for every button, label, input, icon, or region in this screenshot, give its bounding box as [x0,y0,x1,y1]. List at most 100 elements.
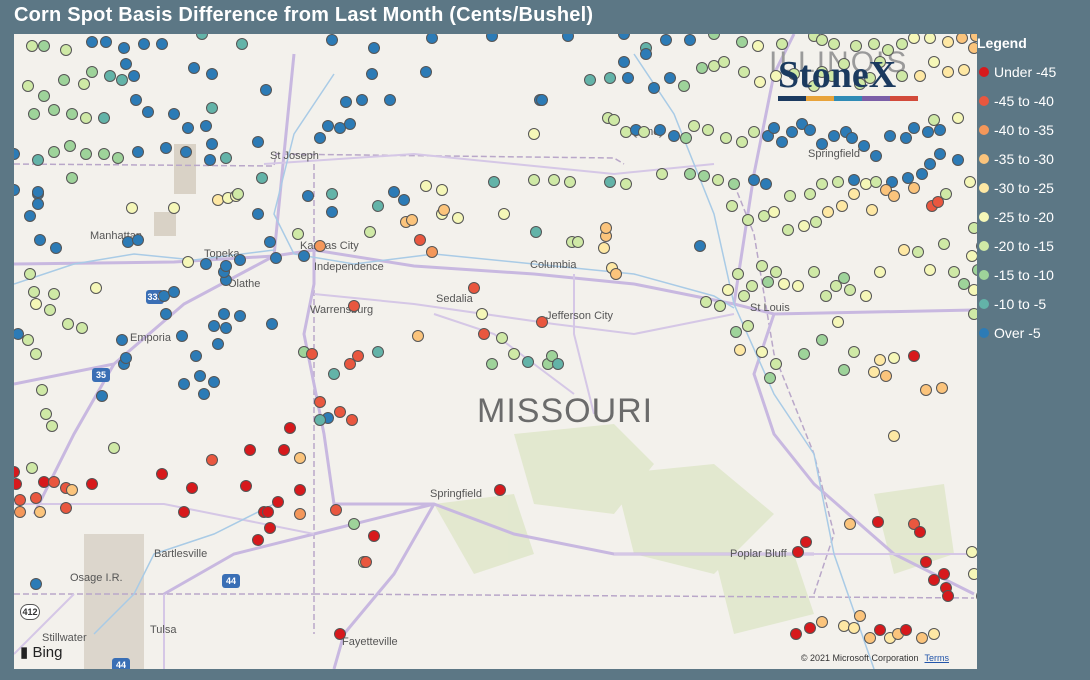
basis-point-marker[interactable] [398,194,410,206]
basis-point-marker[interactable] [58,74,70,86]
basis-point-marker[interactable] [850,40,862,52]
bing-attribution[interactable]: ▮ Bing [20,643,62,661]
basis-point-marker[interactable] [618,56,630,68]
basis-point-marker[interactable] [528,128,540,140]
basis-point-marker[interactable] [908,182,920,194]
legend-item[interactable]: -10 to -5 [977,289,1090,318]
basis-point-marker[interactable] [50,242,62,254]
basis-point-marker[interactable] [790,628,802,640]
basis-point-marker[interactable] [476,308,488,320]
basis-point-marker[interactable] [786,126,798,138]
basis-point-marker[interactable] [206,138,218,150]
basis-point-marker[interactable] [874,354,886,366]
basis-point-marker[interactable] [810,216,822,228]
basis-point-marker[interactable] [934,124,946,136]
basis-point-marker[interactable] [860,290,872,302]
basis-point-marker[interactable] [236,38,248,50]
basis-point-marker[interactable] [738,66,750,78]
basis-point-marker[interactable] [832,316,844,328]
basis-point-marker[interactable] [928,56,940,68]
basis-point-marker[interactable] [816,616,828,628]
basis-point-marker[interactable] [680,132,692,144]
basis-point-marker[interactable] [776,38,788,50]
basis-point-marker[interactable] [168,286,180,298]
basis-point-marker[interactable] [314,396,326,408]
basis-point-marker[interactable] [746,280,758,292]
basis-point-marker[interactable] [920,556,932,568]
basis-point-marker[interactable] [86,478,98,490]
basis-point-marker[interactable] [294,452,306,464]
basis-point-marker[interactable] [870,150,882,162]
basis-point-marker[interactable] [168,108,180,120]
basis-point-marker[interactable] [844,284,856,296]
basis-point-marker[interactable] [872,516,884,528]
basis-point-marker[interactable] [494,484,506,496]
basis-point-marker[interactable] [508,348,520,360]
basis-point-marker[interactable] [900,132,912,144]
basis-point-marker[interactable] [420,180,432,192]
basis-point-marker[interactable] [314,132,326,144]
basis-point-marker[interactable] [302,190,314,202]
basis-point-marker[interactable] [668,130,680,142]
basis-point-marker[interactable] [262,506,274,518]
basis-point-marker[interactable] [678,80,690,92]
basis-point-marker[interactable] [186,482,198,494]
basis-point-marker[interactable] [468,282,480,294]
basis-point-marker[interactable] [640,48,652,60]
basis-point-marker[interactable] [178,378,190,390]
basis-point-marker[interactable] [372,200,384,212]
basis-point-marker[interactable] [622,72,634,84]
basis-point-marker[interactable] [548,174,560,186]
terms-link[interactable]: Terms [925,653,950,663]
basis-point-marker[interactable] [156,38,168,50]
basis-point-marker[interactable] [770,266,782,278]
basis-point-marker[interactable] [734,344,746,356]
basis-point-marker[interactable] [620,178,632,190]
basis-point-marker[interactable] [48,288,60,300]
legend-item[interactable]: Under -45 [977,57,1090,86]
basis-point-marker[interactable] [898,244,910,256]
basis-point-marker[interactable] [934,148,946,160]
basis-point-marker[interactable] [252,534,264,546]
basis-point-marker[interactable] [608,114,620,126]
basis-point-marker[interactable] [564,176,576,188]
basis-point-marker[interactable] [942,36,954,48]
basis-point-marker[interactable] [178,506,190,518]
basis-point-marker[interactable] [32,154,44,166]
basis-point-marker[interactable] [848,174,860,186]
legend-item[interactable]: -45 to -40 [977,86,1090,115]
basis-point-marker[interactable] [234,254,246,266]
basis-point-marker[interactable] [748,126,760,138]
basis-point-marker[interactable] [372,346,384,358]
basis-point-marker[interactable] [142,106,154,118]
basis-point-marker[interactable] [22,334,34,346]
basis-point-marker[interactable] [60,502,72,514]
basis-point-marker[interactable] [116,334,128,346]
basis-point-marker[interactable] [64,140,76,152]
basis-point-marker[interactable] [220,260,232,272]
basis-point-marker[interactable] [36,384,48,396]
legend-item[interactable]: -20 to -15 [977,231,1090,260]
basis-point-marker[interactable] [700,296,712,308]
basis-point-marker[interactable] [880,370,892,382]
basis-point-marker[interactable] [958,64,970,76]
legend-item[interactable]: -25 to -20 [977,202,1090,231]
basis-point-marker[interactable] [80,112,92,124]
basis-point-marker[interactable] [420,66,432,78]
basis-point-marker[interactable] [62,318,74,330]
basis-point-marker[interactable] [66,484,78,496]
basis-point-marker[interactable] [604,72,616,84]
basis-point-marker[interactable] [816,138,828,150]
basis-point-marker[interactable] [656,168,668,180]
basis-point-marker[interactable] [292,228,304,240]
basis-point-marker[interactable] [334,406,346,418]
basis-point-marker[interactable] [204,154,216,166]
basis-point-marker[interactable] [272,496,284,508]
basis-point-marker[interactable] [252,208,264,220]
basis-point-marker[interactable] [754,76,766,88]
basis-point-marker[interactable] [366,68,378,80]
basis-point-marker[interactable] [762,276,774,288]
basis-point-marker[interactable] [792,546,804,558]
basis-point-marker[interactable] [572,236,584,248]
basis-point-marker[interactable] [522,356,534,368]
